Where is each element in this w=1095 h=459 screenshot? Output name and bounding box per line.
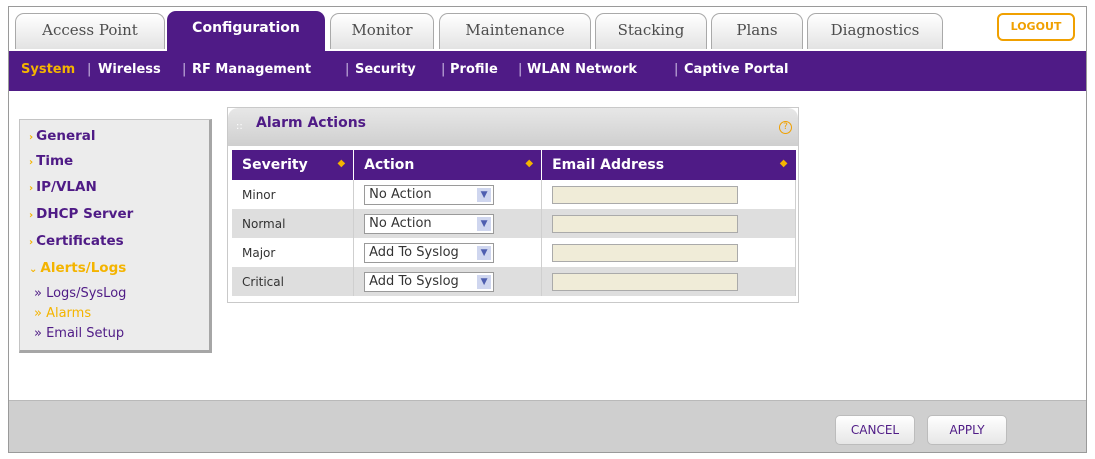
- sidebar-item-certificates[interactable]: › Certificates: [29, 233, 124, 249]
- table-row: Critical Add To Syslog ▼: [232, 267, 796, 296]
- table-row: Normal No Action ▼: [232, 209, 796, 238]
- action-select[interactable]: No Action ▼: [364, 184, 495, 205]
- sub-nav-bar: System | Wireless | RF Management | Secu…: [9, 51, 1086, 91]
- select-value: No Action: [369, 186, 432, 202]
- column-header-label: Action: [364, 157, 415, 173]
- sidebar-item-label: Time: [36, 153, 74, 169]
- subnav-captive-portal[interactable]: Captive Portal: [684, 62, 788, 77]
- action-select[interactable]: No Action ▼: [364, 213, 495, 234]
- app-window: Access Point Configuration Monitor Maint…: [8, 6, 1087, 453]
- tab-stacking[interactable]: Stacking: [595, 13, 707, 49]
- chevron-right-icon: ›: [29, 132, 34, 143]
- table-header-row: Severity ◆ Action ◆ Email Address ◆: [232, 150, 796, 180]
- sidebar-subitem-logs-syslog[interactable]: » Logs/SysLog: [34, 286, 126, 301]
- subnav-security[interactable]: Security: [355, 62, 416, 77]
- sidebar-item-dhcp-server[interactable]: › DHCP Server: [29, 206, 133, 222]
- drag-grip-icon: ::: [236, 121, 243, 132]
- tab-monitor[interactable]: Monitor: [330, 13, 434, 49]
- column-header-action[interactable]: Action ◆: [353, 150, 543, 180]
- severity-cell: Normal: [232, 209, 355, 238]
- subnav-wlan-network[interactable]: WLAN Network: [527, 62, 637, 77]
- tab-plans[interactable]: Plans: [711, 13, 803, 49]
- sidebar-subitem-alarms[interactable]: » Alarms: [34, 306, 91, 321]
- column-header-severity[interactable]: Severity ◆: [232, 150, 355, 180]
- sidebar-item-label: Alerts/Logs: [40, 260, 127, 276]
- table-row: Minor No Action ▼: [232, 180, 796, 209]
- email-field[interactable]: [552, 272, 739, 291]
- main-tab-bar: Access Point Configuration Monitor Maint…: [9, 7, 1086, 51]
- action-cell: No Action ▼: [353, 209, 543, 238]
- apply-button[interactable]: APPLY: [927, 415, 1007, 445]
- severity-cell: Minor: [232, 180, 355, 209]
- sort-icon: ◆: [337, 158, 346, 169]
- email-field[interactable]: [552, 214, 739, 233]
- select-value: No Action: [369, 215, 432, 231]
- chevron-down-icon: ▼: [477, 274, 492, 289]
- alarm-actions-panel: :: Alarm Actions ? Severity ◆ Action ◆ Ema…: [227, 107, 799, 303]
- sidebar-item-general[interactable]: › General: [29, 128, 96, 144]
- subnav-divider: |: [345, 62, 350, 77]
- action-cell: Add To Syslog ▼: [353, 238, 543, 267]
- select-value: Add To Syslog: [369, 244, 459, 260]
- email-cell: [541, 238, 796, 267]
- sidebar-item-label: IP/VLAN: [36, 179, 97, 195]
- sidebar-item-label: DHCP Server: [36, 206, 134, 222]
- subnav-divider: |: [182, 62, 187, 77]
- tab-diagnostics[interactable]: Diagnostics: [807, 13, 943, 49]
- subnav-rf-management[interactable]: RF Management: [192, 62, 311, 77]
- column-header-label: Email Address: [552, 157, 665, 173]
- cancel-button[interactable]: CANCEL: [835, 415, 915, 445]
- email-cell: [541, 180, 796, 209]
- severity-cell: Critical: [232, 267, 355, 296]
- alarm-actions-table: Severity ◆ Action ◆ Email Address ◆ Minor N…: [232, 150, 796, 296]
- chevron-down-icon: ▼: [477, 187, 492, 202]
- action-select[interactable]: Add To Syslog ▼: [364, 242, 495, 263]
- chevron-right-icon: ›: [29, 237, 34, 248]
- logout-button[interactable]: LOGOUT: [997, 13, 1075, 41]
- chevron-right-icon: ›: [29, 157, 34, 168]
- chevron-down-icon: ▼: [477, 245, 492, 260]
- severity-cell: Major: [232, 238, 355, 267]
- subnav-divider: |: [441, 62, 446, 77]
- email-field[interactable]: [552, 243, 739, 262]
- subnav-wireless[interactable]: Wireless: [98, 62, 161, 77]
- sidebar-item-ip-vlan[interactable]: › IP/VLAN: [29, 179, 97, 195]
- email-cell: [541, 209, 796, 238]
- tab-maintenance[interactable]: Maintenance: [439, 13, 591, 49]
- chevron-down-icon: ▼: [477, 216, 492, 231]
- select-value: Add To Syslog: [369, 273, 459, 289]
- sort-icon: ◆: [525, 158, 534, 169]
- footer-bar: CANCEL APPLY: [9, 400, 1086, 452]
- sidebar-subitem-email-setup[interactable]: » Email Setup: [34, 326, 124, 341]
- email-field[interactable]: [552, 185, 739, 204]
- panel-title: Alarm Actions: [256, 115, 366, 131]
- tab-access-point[interactable]: Access Point: [15, 13, 165, 49]
- action-cell: No Action ▼: [353, 180, 543, 209]
- table-row: Major Add To Syslog ▼: [232, 238, 796, 267]
- subnav-divider: |: [518, 62, 523, 77]
- sidebar-item-time[interactable]: › Time: [29, 153, 73, 169]
- column-header-label: Severity: [242, 157, 308, 173]
- action-select[interactable]: Add To Syslog ▼: [364, 271, 495, 292]
- action-cell: Add To Syslog ▼: [353, 267, 543, 296]
- chevron-down-icon: ⌄: [29, 264, 38, 275]
- subnav-divider: |: [674, 62, 679, 77]
- sidebar-item-alerts-logs[interactable]: ⌄ Alerts/Logs: [29, 260, 126, 276]
- side-nav: › General › Time › IP/VLAN › DHCP Server › Ce…: [19, 119, 212, 353]
- chevron-right-icon: ›: [29, 210, 34, 221]
- sort-icon: ◆: [779, 158, 788, 169]
- column-header-email-address[interactable]: Email Address ◆: [541, 150, 796, 180]
- email-cell: [541, 267, 796, 296]
- subnav-divider: |: [87, 62, 92, 77]
- sidebar-item-label: Certificates: [36, 233, 124, 249]
- tab-configuration[interactable]: Configuration: [167, 11, 325, 51]
- chevron-right-icon: ›: [29, 183, 34, 194]
- help-icon[interactable]: ?: [779, 121, 792, 134]
- subnav-profile[interactable]: Profile: [450, 62, 498, 77]
- subnav-system[interactable]: System: [21, 62, 75, 77]
- sidebar-item-label: General: [36, 128, 96, 144]
- panel-header: :: Alarm Actions ?: [228, 108, 798, 146]
